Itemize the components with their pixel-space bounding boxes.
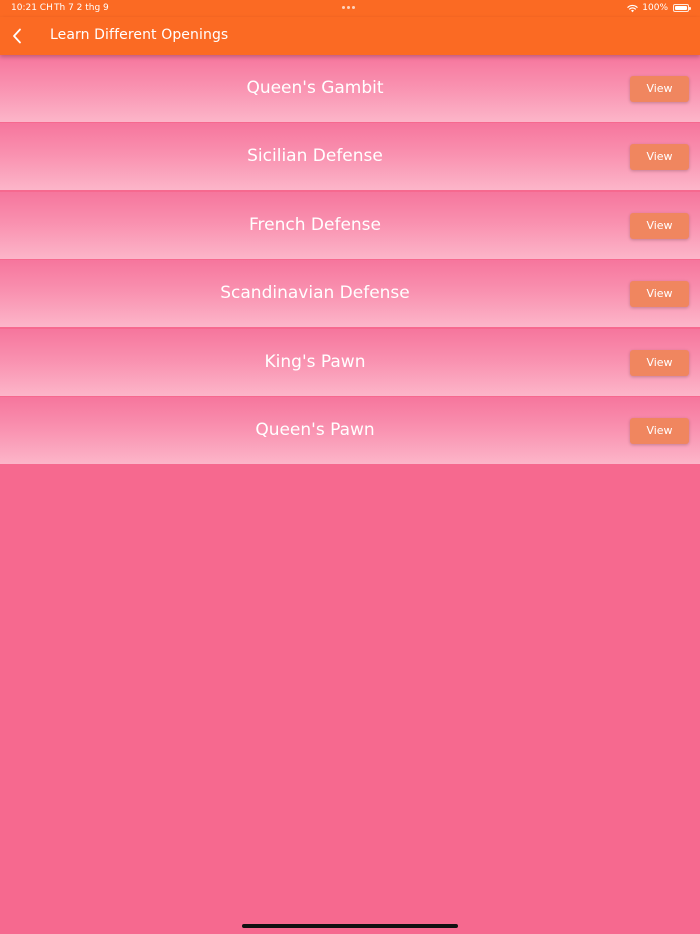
back-button[interactable]	[4, 21, 30, 51]
opening-row-sicilian-defense: Sicilian Defense View	[0, 123, 700, 191]
view-button-scandinavian-defense[interactable]: View	[630, 281, 689, 308]
home-indicator[interactable]	[242, 924, 458, 928]
view-button-queens-pawn[interactable]: View	[630, 417, 689, 444]
status-bar: 10:21 CH Th 7 2 thg 9 100%	[0, 0, 700, 17]
app-bar: Learn Different Openings	[0, 17, 700, 55]
status-indicators: 100%	[627, 3, 691, 13]
status-time: 10:21 CH	[11, 3, 53, 13]
multitasking-dots-icon[interactable]	[342, 6, 355, 9]
status-date: Th 7 2 thg 9	[54, 3, 109, 13]
opening-row-queens-gambit: Queen's Gambit View	[0, 55, 700, 122]
opening-name: Scandinavian Defense	[220, 283, 410, 304]
wifi-icon	[627, 4, 638, 12]
opening-row-queens-pawn: Queen's Pawn View	[0, 396, 700, 464]
chevron-left-icon	[13, 28, 21, 44]
opening-name: French Defense	[249, 214, 381, 235]
openings-list: Queen's Gambit View Sicilian Defense Vie…	[0, 55, 700, 465]
opening-name: Queen's Gambit	[246, 78, 384, 98]
opening-row-kings-pawn: King's Pawn View	[0, 328, 700, 396]
battery-fill	[675, 6, 687, 10]
opening-row-scandinavian-defense: Scandinavian Defense View	[0, 260, 700, 328]
opening-name: Sicilian Defense	[247, 146, 383, 167]
view-button-french-defense[interactable]: View	[630, 212, 689, 239]
view-button-sicilian-defense[interactable]: View	[630, 144, 689, 171]
view-button-kings-pawn[interactable]: View	[630, 349, 689, 376]
page-title: Learn Different Openings	[50, 27, 229, 43]
opening-name: Queen's Pawn	[255, 419, 375, 440]
opening-name: King's Pawn	[264, 351, 366, 372]
opening-row-french-defense: French Defense View	[0, 191, 700, 259]
battery-percentage: 100%	[642, 3, 668, 13]
battery-icon	[673, 4, 691, 12]
view-button-queens-gambit[interactable]: View	[630, 76, 689, 102]
